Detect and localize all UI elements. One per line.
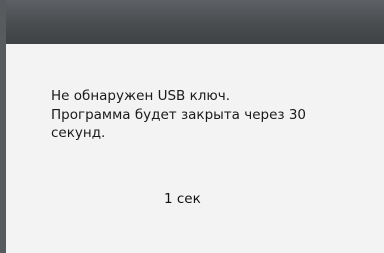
dialog-message: Не обнаружен USB ключ. Программа будет з…	[51, 87, 371, 143]
dialog-content: Не обнаружен USB ключ. Программа будет з…	[6, 44, 384, 253]
message-line-1: Не обнаружен USB ключ.	[51, 88, 230, 104]
dialog-title-bar[interactable]	[6, 0, 384, 44]
message-line-3: секунд.	[51, 125, 106, 141]
usb-key-dialog: Не обнаружен USB ключ. Программа будет з…	[0, 0, 384, 253]
countdown-timer: 1 сек	[164, 191, 201, 207]
message-line-2: Программа будет закрыта через 30	[51, 106, 307, 123]
